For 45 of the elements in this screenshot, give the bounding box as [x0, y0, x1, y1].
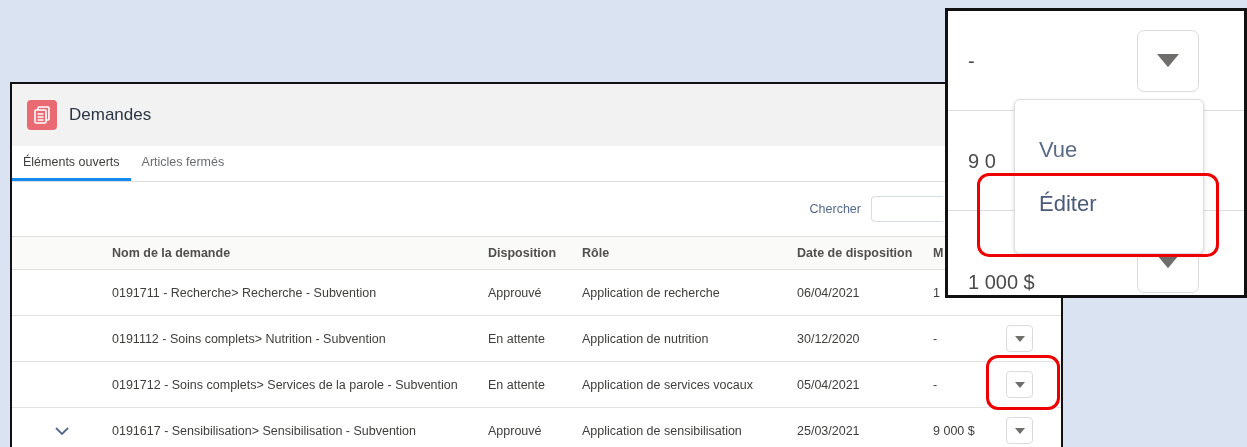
- table-cell: 0191617 - Sensibilisation> Sensibilisation - Subvention: [112, 423, 417, 438]
- amount-value: 9 0: [968, 149, 996, 172]
- table-cell: 0191711 - Recherche> Recherche - Subvention: [112, 285, 377, 300]
- table-cell: 1: [933, 285, 940, 300]
- search-field[interactable]: [871, 196, 943, 222]
- caret-icon: [1014, 335, 1025, 342]
- table-cell: Application de recherche: [582, 285, 720, 300]
- tab[interactable]: Éléments ouverts: [12, 146, 131, 181]
- table-cell: 30/12/2020: [797, 331, 860, 346]
- table-cell: 9 000 $: [933, 423, 975, 438]
- caret-icon: [1157, 53, 1179, 68]
- search-label: Chercher: [809, 202, 861, 216]
- row-actions-button[interactable]: [1006, 371, 1033, 398]
- table-cell: -: [933, 377, 938, 392]
- row-actions-button[interactable]: [1137, 29, 1199, 92]
- table-cell: 0191712 - Soins complets> Services de la parole - Subvention: [112, 377, 458, 392]
- row-actions-button[interactable]: [1006, 417, 1033, 444]
- table-cell: 05/04/2021: [797, 377, 860, 392]
- column-header[interactable]: M: [933, 246, 944, 260]
- table-cell: 25/03/2021: [797, 423, 860, 438]
- table-cell: En attente: [488, 331, 545, 346]
- tab[interactable]: Articles fermés: [130, 146, 236, 181]
- menu-item[interactable]: Vue: [1039, 136, 1203, 163]
- amount-value: 1 000 $: [968, 271, 1035, 293]
- column-header[interactable]: Disposition: [488, 246, 557, 260]
- column-header[interactable]: Date de disposition: [797, 246, 913, 260]
- column-header[interactable]: Nom de la demande: [112, 246, 231, 260]
- caret-icon: [1014, 427, 1025, 434]
- amount-value: -: [968, 49, 975, 72]
- menu-item[interactable]: Éditer: [1039, 190, 1203, 217]
- table-cell: 0191112 - Soins complets> Nutrition - Subvention: [112, 331, 386, 346]
- document-icon: [27, 100, 57, 130]
- table-cell: Application de sensibilisation: [582, 423, 742, 438]
- chevron-down-icon[interactable]: [55, 425, 69, 436]
- table-cell: Approuvé: [488, 423, 542, 438]
- table-cell: Application de nutrition: [582, 331, 709, 346]
- table-cell: Application de services vocaux: [582, 377, 753, 392]
- caret-icon: [1014, 381, 1025, 388]
- column-header[interactable]: Rôle: [582, 246, 610, 260]
- table-cell: Approuvé: [488, 285, 542, 300]
- table-cell: En attente: [488, 377, 545, 392]
- table-cell: -: [933, 331, 938, 346]
- table-cell: 06/04/2021: [797, 285, 860, 300]
- panel-title: Demandes: [69, 105, 152, 125]
- row-actions-button[interactable]: [1006, 325, 1033, 352]
